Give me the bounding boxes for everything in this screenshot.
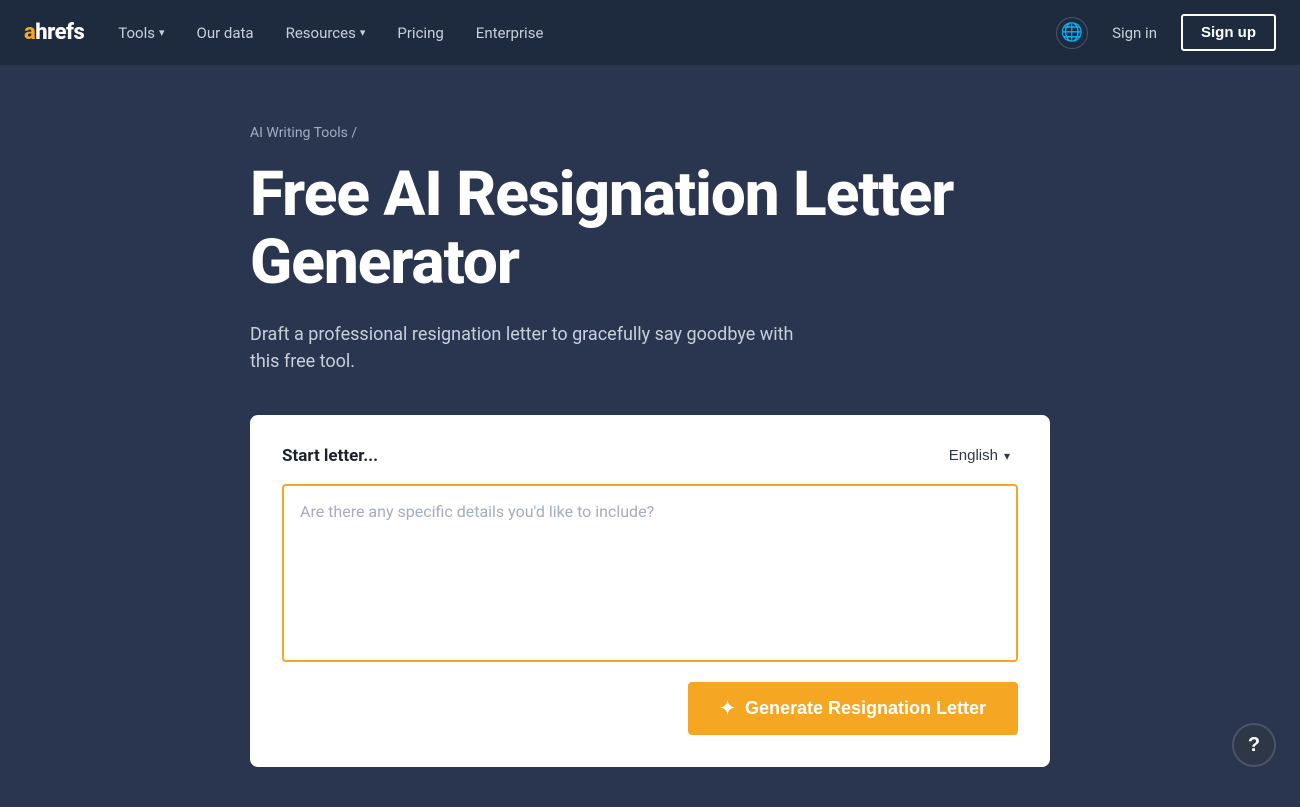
generate-button-label: Generate Resignation Letter	[745, 698, 986, 719]
language-label: English	[949, 447, 998, 464]
chevron-down-icon: ▾	[159, 26, 165, 39]
sign-in-button[interactable]: Sign in	[1100, 16, 1169, 50]
generate-button[interactable]: ✦ Generate Resignation Letter	[688, 682, 1018, 735]
nav-links: Tools ▾ Our data Resources ▾ Pricing Ent…	[104, 16, 1048, 50]
content-wrapper: AI Writing Tools / Free AI Resignation L…	[250, 125, 1050, 767]
card-label: Start letter...	[282, 446, 378, 466]
card-header: Start letter... English ▾	[282, 443, 1018, 468]
page-title: Free AI Resignation Letter Generator	[250, 161, 1050, 297]
nav-our-data-label: Our data	[197, 24, 254, 42]
card-footer: ✦ Generate Resignation Letter	[282, 682, 1018, 735]
logo-text: ahrefs	[24, 20, 84, 45]
breadcrumb-link[interactable]: AI Writing Tools /	[250, 125, 357, 141]
help-button[interactable]: ?	[1232, 723, 1276, 767]
logo-rest: hrefs	[35, 20, 84, 45]
spark-icon: ✦	[720, 698, 735, 719]
main-content: AI Writing Tools / Free AI Resignation L…	[0, 65, 1300, 807]
nav-item-enterprise[interactable]: Enterprise	[462, 16, 558, 50]
nav-enterprise-label: Enterprise	[476, 24, 544, 42]
detail-textarea[interactable]	[284, 486, 1016, 656]
textarea-container	[282, 484, 1018, 662]
nav-item-tools[interactable]: Tools ▾	[104, 16, 178, 50]
nav-resources-label: Resources	[286, 24, 356, 42]
nav-tools-label: Tools	[118, 24, 155, 42]
nav-right: 🌐 Sign in Sign up	[1056, 14, 1276, 51]
navbar: ahrefs Tools ▾ Our data Resources ▾ Pric…	[0, 0, 1300, 65]
nav-item-resources[interactable]: Resources ▾	[272, 16, 380, 50]
globe-icon[interactable]: 🌐	[1056, 17, 1088, 49]
breadcrumb: AI Writing Tools /	[250, 125, 1050, 141]
nav-item-our-data[interactable]: Our data	[183, 16, 268, 50]
logo[interactable]: ahrefs	[24, 20, 84, 45]
tool-card: Start letter... English ▾ ✦ Generate Res…	[250, 415, 1050, 767]
chevron-down-icon: ▾	[1004, 449, 1010, 463]
sign-up-button[interactable]: Sign up	[1181, 14, 1276, 51]
nav-pricing-label: Pricing	[397, 24, 443, 42]
globe-symbol: 🌐	[1061, 22, 1083, 43]
page-subtitle: Draft a professional resignation letter …	[250, 321, 810, 375]
nav-item-pricing[interactable]: Pricing	[383, 16, 457, 50]
logo-a: a	[24, 20, 35, 45]
language-select[interactable]: English ▾	[941, 443, 1018, 468]
chevron-down-icon: ▾	[360, 26, 366, 39]
